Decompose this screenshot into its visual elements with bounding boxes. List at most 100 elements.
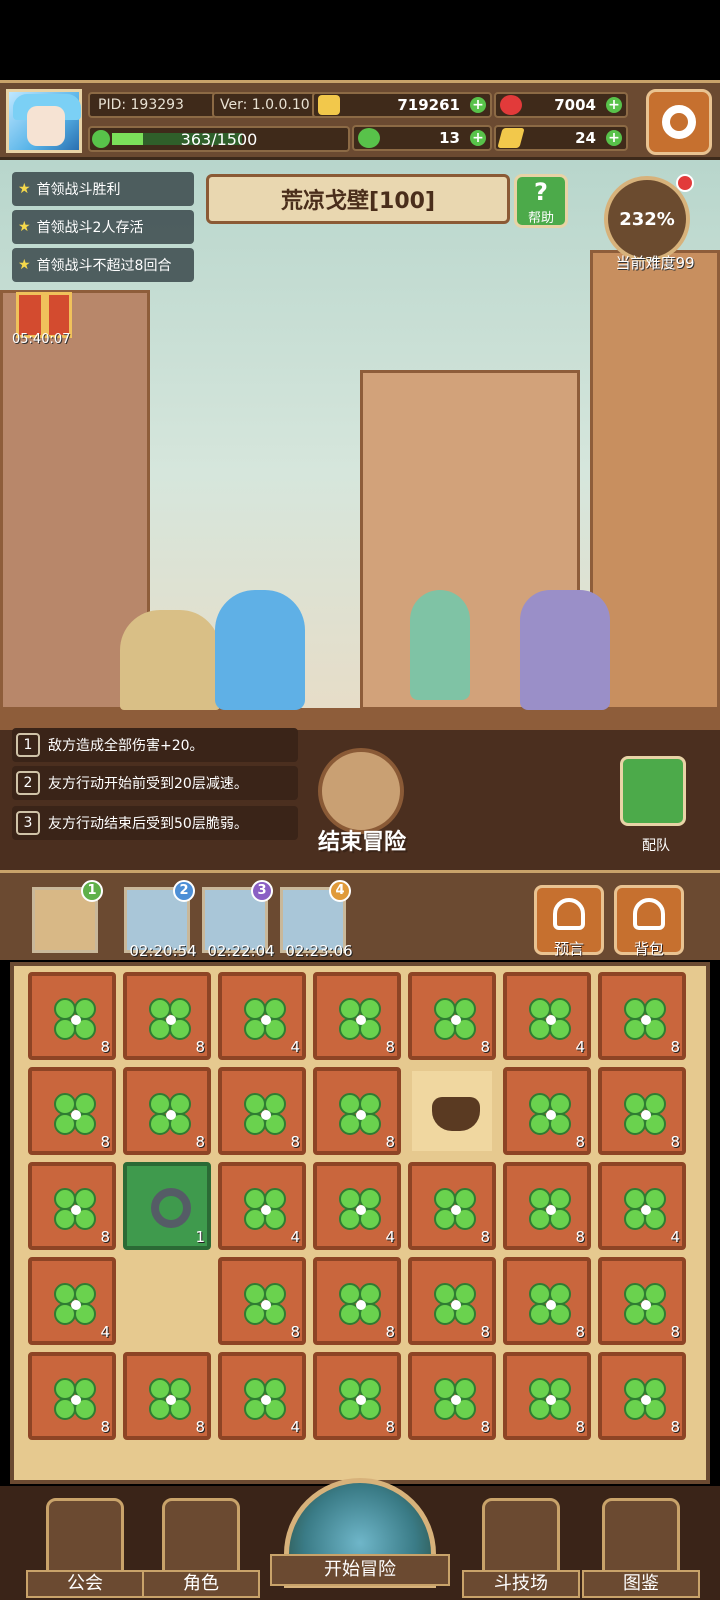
inventory-slot[interactable]: 8 [218, 1067, 306, 1155]
item-count: 8 [100, 1418, 110, 1436]
difficulty-dial[interactable]: 232% [604, 176, 690, 262]
inventory-slot[interactable]: 8 [313, 1067, 401, 1155]
inventory-slot[interactable]: 8 [503, 1162, 591, 1250]
nav-character[interactable]: 角色 [142, 1498, 260, 1598]
inventory-slot[interactable]: 8 [28, 1162, 116, 1250]
battle-rule-3: 3 友方行动结束后受到50层脆弱。 [12, 806, 298, 840]
add-clover-button[interactable]: + [470, 130, 486, 146]
inventory-slot[interactable]: 8 [598, 972, 686, 1060]
inventory-slot[interactable]: 8 [598, 1067, 686, 1155]
four-leaf-clover-icon [434, 998, 478, 1042]
add-gold-button[interactable]: + [470, 97, 486, 113]
inventory-slot[interactable]: 4 [218, 972, 306, 1060]
item-count: 1 [195, 1228, 205, 1246]
question-icon: ? [534, 178, 548, 206]
end-adventure-label: 结束冒险 [317, 830, 406, 855]
inventory-slot[interactable] [408, 1067, 496, 1155]
add-gem-button[interactable]: + [606, 97, 622, 113]
nav-arena[interactable]: 斗技场 [462, 1498, 580, 1598]
nav-start-adventure[interactable]: 开始冒险 [270, 1478, 450, 1600]
item-count: 8 [670, 1133, 680, 1151]
four-leaf-clover-icon [149, 1093, 193, 1137]
stage-slot-4[interactable]: 4 02:23:06 [280, 880, 353, 960]
four-leaf-clover-icon [244, 998, 288, 1042]
inventory-slot[interactable]: 8 [503, 1352, 591, 1440]
item-count: 8 [100, 1038, 110, 1056]
inventory-slot[interactable]: 4 [598, 1162, 686, 1250]
item-count: 4 [670, 1228, 680, 1246]
prophecy-button[interactable]: 预言 [534, 885, 604, 958]
inventory-slot[interactable]: 8 [408, 1162, 496, 1250]
item-count: 4 [290, 1418, 300, 1436]
four-leaf-clover-icon [244, 1188, 288, 1232]
inventory-slot[interactable]: 4 [218, 1162, 306, 1250]
four-leaf-clover-icon [54, 998, 98, 1042]
inventory-slot[interactable]: 8 [408, 972, 496, 1060]
inventory-slot-empty[interactable] [123, 1257, 211, 1345]
gold-counter: 719261 + [312, 92, 492, 118]
bottom-navigation: 公会 角色 开始冒险 斗技场 图鉴 [0, 1478, 720, 1600]
inventory-slot[interactable]: 8 [218, 1257, 306, 1345]
item-count: 4 [100, 1323, 110, 1341]
item-count: 4 [385, 1228, 395, 1246]
inventory-slot[interactable]: 8 [28, 972, 116, 1060]
add-key-button[interactable]: + [606, 130, 622, 146]
four-leaf-clover-icon [624, 1378, 668, 1422]
settings-button[interactable] [646, 89, 712, 155]
inventory-slot[interactable]: 8 [123, 1067, 211, 1155]
help-button[interactable]: ? 帮助 [514, 174, 568, 228]
inventory-slot[interactable]: 4 [313, 1162, 401, 1250]
nav-arena-label: 斗技场 [462, 1570, 580, 1598]
four-leaf-clover-icon [54, 1188, 98, 1232]
inventory-slot[interactable]: 4 [28, 1257, 116, 1345]
exp-text: 363/1500 [180, 130, 258, 149]
hero-witch[interactable] [520, 590, 610, 710]
hero-ice-princess[interactable] [215, 590, 305, 710]
four-leaf-clover-icon [339, 1188, 383, 1232]
mission-1: ★ 首领战斗胜利 [12, 172, 194, 206]
four-leaf-clover-icon [244, 1378, 288, 1422]
inventory-slot[interactable]: 8 [123, 1352, 211, 1440]
tent [120, 610, 220, 710]
stage-slot-3[interactable]: 3 02:22:04 [202, 880, 275, 960]
inventory-slot[interactable]: 8 [28, 1067, 116, 1155]
inventory-slot[interactable]: 8 [123, 972, 211, 1060]
inventory-slot[interactable]: 8 [28, 1352, 116, 1440]
battle-rule-2: 2 友方行动开始前受到20层减速。 [12, 766, 298, 800]
player-id: PID: 193293 [88, 92, 216, 118]
backpack-button[interactable]: 背包 [614, 885, 684, 958]
nav-start-label: 开始冒险 [270, 1554, 450, 1586]
inventory-slot[interactable]: 1 [123, 1162, 211, 1250]
item-count: 8 [195, 1418, 205, 1436]
inventory-slot[interactable]: 4 [503, 972, 591, 1060]
avatar[interactable] [6, 89, 82, 153]
inventory-slot[interactable]: 8 [313, 972, 401, 1060]
inventory-slot[interactable]: 8 [408, 1352, 496, 1440]
nav-guild[interactable]: 公会 [26, 1498, 144, 1598]
inventory-slot[interactable]: 8 [503, 1067, 591, 1155]
stage-slot-2[interactable]: 2 02:20:54 [124, 880, 197, 960]
four-leaf-clover-icon [339, 1378, 383, 1422]
inventory-slot[interactable]: 8 [313, 1352, 401, 1440]
gold-coin-icon [318, 95, 340, 115]
four-leaf-clover-icon [624, 998, 668, 1042]
nav-codex[interactable]: 图鉴 [582, 1498, 700, 1598]
team-setup-button[interactable]: 配队 [620, 756, 686, 854]
item-count: 8 [575, 1323, 585, 1341]
item-count: 8 [480, 1323, 490, 1341]
end-adventure-button[interactable]: 结束冒险 [306, 748, 416, 858]
stage-slot-1[interactable]: 1 [32, 880, 103, 953]
inventory-slot[interactable]: 8 [503, 1257, 591, 1345]
inventory-slot[interactable]: 8 [408, 1257, 496, 1345]
item-count: 4 [290, 1228, 300, 1246]
inventory-slot[interactable]: 8 [598, 1257, 686, 1345]
inventory-slot[interactable]: 8 [313, 1257, 401, 1345]
inventory-grid: 8 8 4 8 8 4 8 8 8 8 8 8 8 8 1 4 4 8 8 4 4 8 8 8 8 8 8 8 4 8 8 8 8 [10, 962, 710, 1484]
inventory-slot[interactable]: 8 [598, 1352, 686, 1440]
hero-bunny-girl[interactable] [410, 590, 470, 700]
clover-counter: 13 + [352, 125, 492, 151]
four-leaf-clover-icon [434, 1283, 478, 1327]
cauldron-icon [432, 1097, 480, 1131]
inventory-slot[interactable]: 4 [218, 1352, 306, 1440]
star-icon: ★ [18, 257, 31, 273]
